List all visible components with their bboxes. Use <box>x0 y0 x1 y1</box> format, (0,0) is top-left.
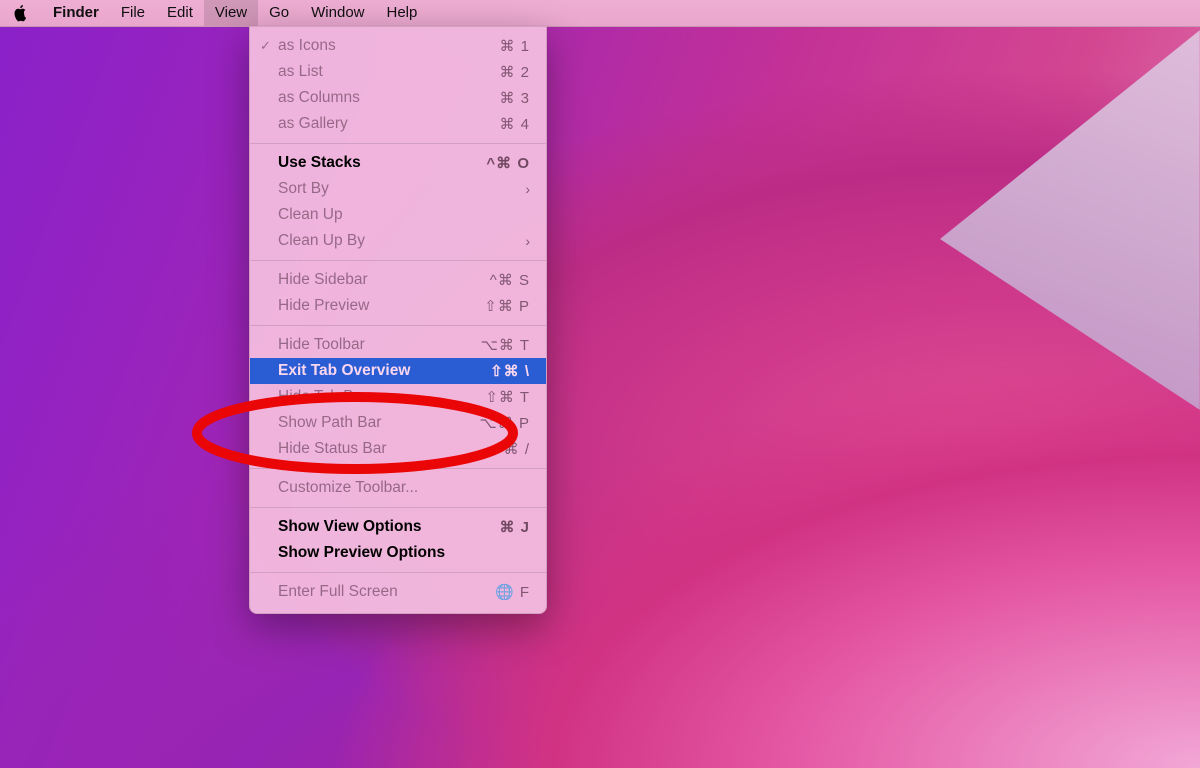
menubar-item-file[interactable]: File <box>110 0 156 26</box>
menu-item-show-preview-options[interactable]: Show Preview Options <box>250 540 546 566</box>
menubar-item-window[interactable]: Window <box>300 0 375 26</box>
menu-item-exit-tab-overview[interactable]: Exit Tab Overview ⇧⌘ \ <box>250 358 546 384</box>
menubar-item-go[interactable]: Go <box>258 0 300 26</box>
menu-item-label: Show View Options <box>278 518 499 536</box>
menu-item-label: Enter Full Screen <box>278 583 495 601</box>
desktop-wallpaper <box>0 0 1200 768</box>
menubar-item-edit[interactable]: Edit <box>156 0 204 26</box>
menubar-item-view[interactable]: View <box>204 0 258 26</box>
menu-item-shortcut: ⌘ 2 <box>499 63 530 81</box>
chevron-right-icon: › <box>525 181 530 197</box>
menu-item-label: as Gallery <box>278 115 499 133</box>
menu-item-hide-preview[interactable]: Hide Preview ⇧⌘ P <box>250 293 546 319</box>
menu-item-label: Hide Status Bar <box>278 440 504 458</box>
chevron-right-icon: › <box>525 233 530 249</box>
menu-item-clean-up[interactable]: Clean Up <box>250 202 546 228</box>
menu-separator <box>250 260 546 261</box>
menu-item-label: as Icons <box>278 37 499 55</box>
menu-separator <box>250 572 546 573</box>
menu-separator <box>250 468 546 469</box>
menu-item-as-columns[interactable]: as Columns ⌘ 3 <box>250 85 546 111</box>
menu-item-label: Exit Tab Overview <box>278 362 490 380</box>
menu-separator <box>250 143 546 144</box>
menu-item-sort-by[interactable]: Sort By › <box>250 176 546 202</box>
menubar-item-help[interactable]: Help <box>376 0 429 26</box>
menu-item-shortcut: ⌥⌘ P <box>480 414 530 432</box>
menu-item-as-icons[interactable]: ✓ as Icons ⌘ 1 <box>250 33 546 59</box>
menu-item-shortcut: ^⌘ S <box>490 271 530 289</box>
menu-bar: Finder File Edit View Go Window Help <box>0 0 1200 27</box>
menu-item-shortcut: ⌘ 1 <box>499 37 530 55</box>
menu-item-label: Sort By <box>278 180 525 198</box>
menu-item-shortcut: ⌘ 3 <box>499 89 530 107</box>
menu-item-shortcut: ⌘ / <box>504 440 530 458</box>
menu-item-customize-toolbar[interactable]: Customize Toolbar... <box>250 475 546 501</box>
apple-menu-icon[interactable] <box>12 4 30 22</box>
menu-item-shortcut: ⇧⌘ \ <box>490 362 530 380</box>
menu-item-label: Show Path Bar <box>278 414 480 432</box>
menu-item-as-gallery[interactable]: as Gallery ⌘ 4 <box>250 111 546 137</box>
menu-item-hide-sidebar[interactable]: Hide Sidebar ^⌘ S <box>250 267 546 293</box>
menu-item-label: Hide Toolbar <box>278 336 481 354</box>
view-menu-dropdown: ✓ as Icons ⌘ 1 as List ⌘ 2 as Columns ⌘ … <box>249 26 547 614</box>
menu-item-as-list[interactable]: as List ⌘ 2 <box>250 59 546 85</box>
menu-item-label: Show Preview Options <box>278 544 530 562</box>
menu-item-shortcut: ⌘ 4 <box>499 115 530 133</box>
menu-item-clean-up-by[interactable]: Clean Up By › <box>250 228 546 254</box>
menu-item-show-path-bar[interactable]: Show Path Bar ⌥⌘ P <box>250 410 546 436</box>
menu-item-show-view-options[interactable]: Show View Options ⌘ J <box>250 514 546 540</box>
menu-item-shortcut: ⇧⌘ T <box>485 388 530 406</box>
menu-item-shortcut: ⇧⌘ P <box>484 297 530 315</box>
menu-item-shortcut: 🌐 F <box>495 583 530 601</box>
menu-item-label: Hide Preview <box>278 297 484 315</box>
menu-item-enter-full-screen[interactable]: Enter Full Screen 🌐 F <box>250 579 546 605</box>
menu-item-label: as List <box>278 63 499 81</box>
menu-item-hide-tab-bar[interactable]: Hide Tab Bar ⇧⌘ T <box>250 384 546 410</box>
menu-item-label: Use Stacks <box>278 154 486 172</box>
menu-item-label: as Columns <box>278 89 499 107</box>
menu-item-use-stacks[interactable]: Use Stacks ^⌘ O <box>250 150 546 176</box>
checkmark-icon: ✓ <box>260 38 271 54</box>
menu-item-hide-status-bar[interactable]: Hide Status Bar ⌘ / <box>250 436 546 462</box>
menu-item-shortcut: ^⌘ O <box>486 154 530 172</box>
menubar-app-name[interactable]: Finder <box>42 0 110 26</box>
menu-item-shortcut: ⌘ J <box>499 518 530 536</box>
menu-item-label: Customize Toolbar... <box>278 479 530 497</box>
menu-item-hide-toolbar[interactable]: Hide Toolbar ⌥⌘ T <box>250 332 546 358</box>
menu-item-label: Clean Up <box>278 206 530 224</box>
menu-separator <box>250 507 546 508</box>
menu-separator <box>250 325 546 326</box>
menu-item-shortcut: ⌥⌘ T <box>481 336 530 354</box>
menu-item-label: Clean Up By <box>278 232 525 250</box>
menu-item-label: Hide Sidebar <box>278 271 490 289</box>
menu-item-label: Hide Tab Bar <box>278 388 485 406</box>
